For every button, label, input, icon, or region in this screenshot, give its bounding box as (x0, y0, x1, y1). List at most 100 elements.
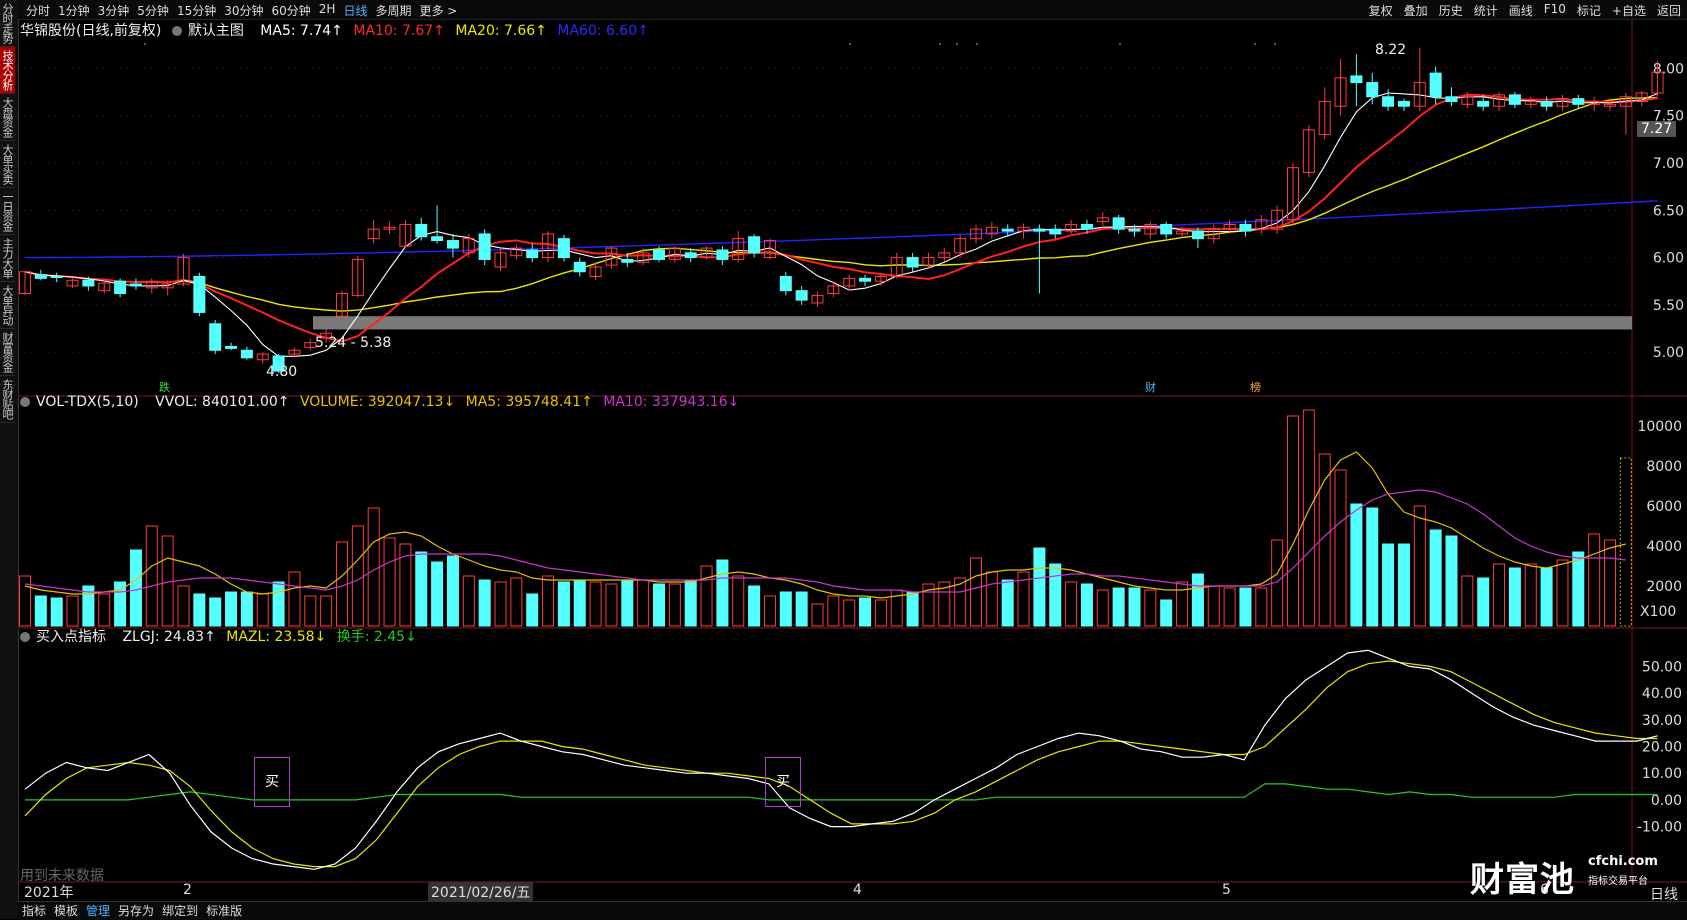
main-chart-selector[interactable]: 默认主图 (171, 23, 250, 39)
period-tab-6[interactable]: 60分钟 (272, 2, 311, 19)
ma60-line (24, 200, 1658, 259)
ma10-label: MA10: 7.67↑ (353, 23, 445, 39)
side-tab-1[interactable]: 技术分析 (0, 47, 15, 94)
volume-bar (494, 581, 507, 627)
volume-bar (985, 571, 998, 627)
candle-body (1382, 96, 1395, 107)
volume-bar (1112, 587, 1125, 627)
candle-body (1572, 98, 1585, 105)
bottom-tab-5[interactable]: 标准版 (206, 902, 242, 920)
volume-bar (1572, 551, 1585, 627)
side-panel: 分时走势 技术分析 大盘资金 大单买卖 一日资金 主力大单 大单异动 财富资金 东财贴吧 (0, 0, 19, 919)
tool-button-8[interactable]: 返回 (1657, 2, 1681, 19)
side-tab-6[interactable]: 大单异动 (0, 282, 15, 329)
volume-bar (1588, 533, 1601, 627)
candle-body (1508, 94, 1521, 105)
candle-body (415, 223, 428, 238)
dropdown-icon[interactable] (20, 632, 30, 642)
period-tab-7[interactable]: 2H (319, 2, 336, 19)
side-tab-5[interactable]: 主力大单 (0, 235, 15, 282)
candle-body (1477, 100, 1490, 107)
tool-button-5[interactable]: F10 (1544, 2, 1566, 19)
ind-indicator-name[interactable]: 买入点指标 (20, 629, 112, 645)
volume-bar (272, 581, 285, 627)
volume-bar (1096, 589, 1109, 627)
side-tab-2[interactable]: 大盘资金 (0, 94, 15, 141)
period-tab-9[interactable]: 多周期 (375, 2, 411, 19)
indicator-tick-label: 30.00 (1642, 713, 1682, 729)
side-tab-4[interactable]: 一日资金 (0, 188, 15, 235)
volume-bar (1176, 581, 1189, 627)
tool-button-1[interactable]: 叠加 (1404, 2, 1428, 19)
dropdown-icon[interactable] (171, 26, 182, 36)
volume-bar (795, 591, 808, 627)
candle-body (906, 257, 919, 268)
period-tab-1[interactable]: 1分钟 (58, 2, 90, 19)
side-tab-0[interactable]: 分时走势 (0, 0, 15, 47)
candle-body (653, 249, 665, 260)
side-tab-8[interactable]: 东财贴吧 (0, 376, 15, 423)
period-tab-0[interactable]: 分时 (26, 2, 50, 19)
buy-signal-2[interactable]: 买 (765, 757, 801, 807)
candle-body (1366, 82, 1379, 98)
volume-tick-label: 10000 (1637, 419, 1682, 435)
volume-bar (34, 595, 47, 627)
volume-unit-label: X100 (1640, 604, 1677, 620)
candle-body (225, 345, 238, 349)
finance-marker[interactable]: 财 (1145, 379, 1156, 395)
volume-bar (288, 571, 301, 627)
tool-button-4[interactable]: 画线 (1509, 2, 1533, 19)
side-tab-3[interactable]: 大单买卖 (0, 141, 15, 188)
volume-bar (1366, 507, 1379, 627)
bottom-tab-1[interactable]: 模板 (54, 902, 78, 920)
volume-bar (1619, 457, 1632, 627)
bottom-tab-0[interactable]: 指标 (22, 902, 46, 920)
period-tab-10[interactable]: 更多 > (419, 2, 457, 19)
candle-body (1445, 96, 1458, 102)
tool-button-2[interactable]: 历史 (1439, 2, 1463, 19)
tool-button-7[interactable]: +自选 (1612, 2, 1646, 19)
period-tab-2[interactable]: 3分钟 (98, 2, 130, 19)
dropdown-icon[interactable] (20, 397, 30, 407)
stock-title[interactable]: 华锦股份(日线,前复权) (20, 23, 161, 39)
price-tick-label: 6.50 (1653, 203, 1684, 219)
ma5-label: MA5: 7.74↑ (260, 23, 343, 39)
candle-body (1033, 228, 1046, 232)
x-label-may: 5 (1222, 882, 1231, 898)
volume-bar (684, 579, 697, 627)
indicator-tick-label: 20.00 (1642, 739, 1682, 755)
fall-marker: 跌 (159, 381, 170, 394)
ma20-label: MA20: 7.66↑ (455, 23, 547, 39)
ranking-marker[interactable]: 榜 (1250, 379, 1261, 395)
bottom-toolbar: 指标 模板 管理 另存为 绑定到 标准版 (18, 901, 1687, 920)
volume-bar (1223, 587, 1236, 627)
ind-name-label: 买入点指标 (36, 629, 106, 645)
volume-bar (874, 599, 887, 627)
tool-button-6[interactable]: 标记 (1577, 2, 1601, 19)
bottom-tab-4[interactable]: 绑定到 (162, 902, 198, 920)
vol-indicator-name[interactable]: VOL-TDX(5,10) (20, 394, 145, 410)
candle-body (684, 252, 697, 259)
candle-body (478, 233, 491, 260)
period-tab-4[interactable]: 15分钟 (177, 2, 216, 19)
period-tab-5[interactable]: 30分钟 (224, 2, 263, 19)
candle-body (779, 275, 792, 292)
buy-signal-1[interactable]: 买 (254, 757, 290, 807)
tool-button-0[interactable]: 复权 (1369, 2, 1393, 19)
volume-label: VOLUME: 392047.13↓ (299, 394, 456, 410)
period-tab-8[interactable]: 日线 (343, 2, 367, 19)
side-tab-7[interactable]: 财富资金 (0, 329, 15, 376)
event-dot (849, 43, 851, 45)
volume-bar (225, 591, 238, 627)
bottom-tab-2[interactable]: 管理 (86, 902, 110, 920)
period-tab-3[interactable]: 5分钟 (137, 2, 169, 19)
tool-button-3[interactable]: 统计 (1474, 2, 1498, 19)
event-dot (939, 43, 941, 45)
volume-bar (716, 559, 729, 627)
candle-body (34, 274, 47, 279)
bottom-tab-3[interactable]: 另存为 (118, 902, 154, 920)
volume-bar (732, 575, 745, 627)
volume-bar (114, 581, 127, 627)
x-label-year: 2021年 (24, 885, 74, 901)
volume-legend: VOL-TDX(5,10) VVOL: 840101.00↑ VOLUME: 3… (20, 394, 745, 410)
